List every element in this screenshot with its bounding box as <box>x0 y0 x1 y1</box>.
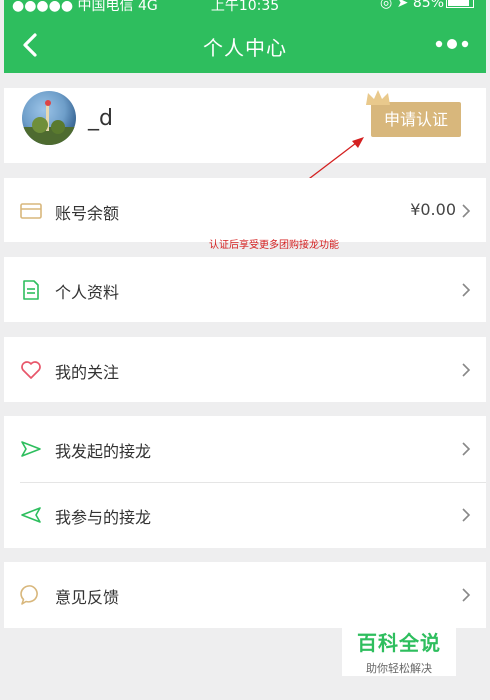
feedback-card: 意见反馈 <box>4 562 486 628</box>
apply-certification-button[interactable]: 申请认证 <box>371 102 461 137</box>
crown-icon <box>366 90 390 105</box>
chevron-right-icon <box>462 283 471 297</box>
battery-icon <box>446 0 474 8</box>
battery-percent: 85% <box>412 0 444 11</box>
feedback-label: 意见反馈 <box>55 588 120 607</box>
profile-info-label: 个人资料 <box>55 283 120 302</box>
avatar-photo <box>22 100 76 145</box>
nav-bar: 个人中心 <box>4 20 486 70</box>
initiated-label: 我发起的接龙 <box>55 442 152 461</box>
page-title: 个人中心 <box>203 36 287 60</box>
avatar[interactable] <box>22 91 76 145</box>
wallet-icon <box>20 203 42 219</box>
participated-label: 我参与的接龙 <box>55 508 152 527</box>
profile-info-row[interactable]: 个人资料 <box>4 257 486 323</box>
following-card: 我的关注 <box>4 337 486 402</box>
heart-icon <box>21 361 41 379</box>
balance-label: 账号余额 <box>55 204 120 223</box>
more-icon[interactable] <box>434 37 470 51</box>
send-icon <box>21 441 41 457</box>
location-icon: ◎ ➤ <box>380 0 413 11</box>
balance-row[interactable]: 账号余额 ¥0.00 <box>4 178 486 242</box>
username: _d <box>88 106 113 131</box>
app-screen: ●●●●● 中国电信 4G 上午10:35 ◎ ➤ 85% 个人中心 _d 申请… <box>0 0 490 700</box>
annotation-note: 认证后享受更多团购接龙功能 <box>209 240 339 251</box>
watermark-title: 百科全说 <box>357 631 441 655</box>
carrier-label: ●●●●● 中国电信 4G <box>12 0 158 14</box>
chat-bubble-icon <box>20 585 38 605</box>
chevron-right-icon <box>462 442 471 456</box>
chevron-right-icon <box>462 588 471 602</box>
receive-icon <box>21 507 41 523</box>
document-icon <box>23 280 39 300</box>
chevron-right-icon <box>462 363 471 377</box>
participated-row[interactable]: 我参与的接龙 <box>4 482 486 548</box>
battery-status: ◎ ➤ 85% <box>380 0 474 11</box>
status-bar: ●●●●● 中国电信 4G 上午10:35 ◎ ➤ 85% <box>4 0 486 14</box>
initiated-row[interactable]: 我发起的接龙 <box>4 416 486 482</box>
profile-card: _d 申请认证 <box>4 88 486 163</box>
balance-card: 账号余额 ¥0.00 <box>4 178 486 242</box>
following-row[interactable]: 我的关注 <box>4 337 486 403</box>
following-label: 我的关注 <box>55 363 120 382</box>
watermark-subtitle: 助你轻松解决 <box>366 662 432 675</box>
feedback-row[interactable]: 意见反馈 <box>4 562 486 628</box>
balance-value: ¥0.00 <box>410 200 456 219</box>
chain-card: 我发起的接龙 我参与的接龙 <box>4 416 486 548</box>
clock: 上午10:35 <box>210 0 280 14</box>
chevron-right-icon <box>462 508 471 522</box>
chevron-right-icon <box>462 204 471 218</box>
watermark: 百科全说 助你轻松解决 <box>342 622 456 676</box>
profile-info-card: 个人资料 <box>4 257 486 322</box>
